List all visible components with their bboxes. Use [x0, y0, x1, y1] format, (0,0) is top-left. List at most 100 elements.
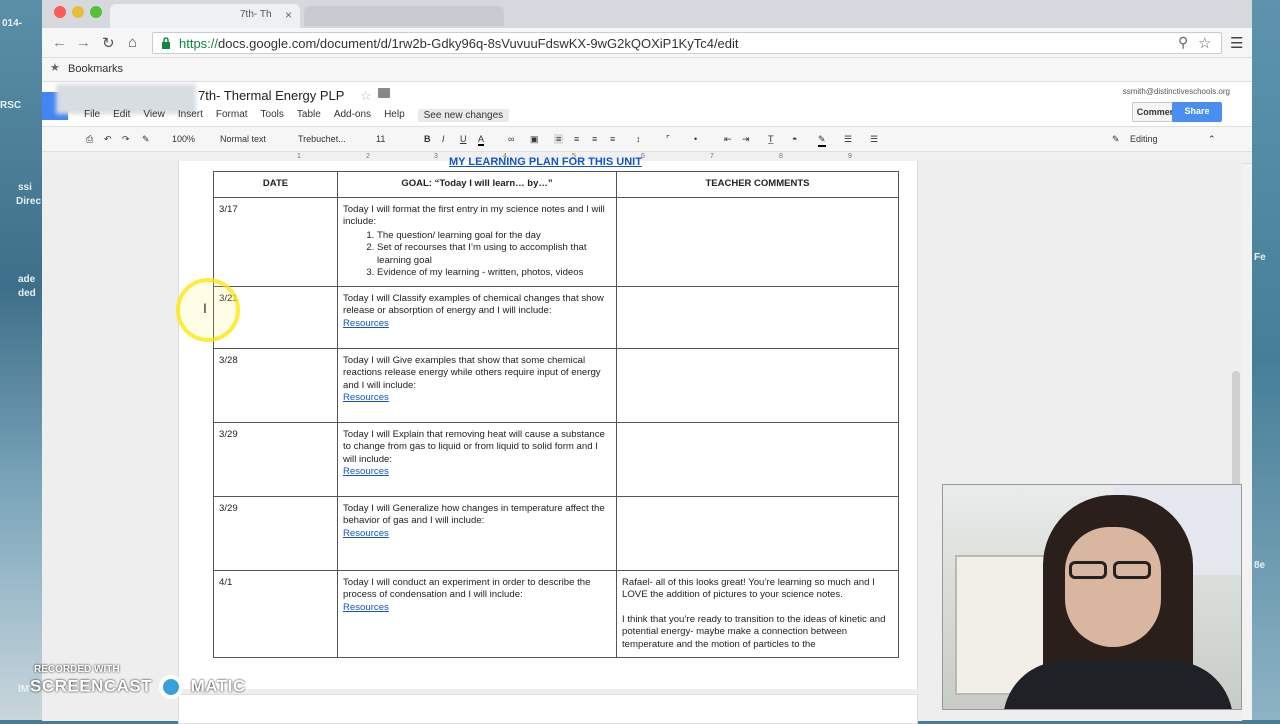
bulleted-list-icon[interactable]: •: [694, 134, 697, 144]
comment-cell[interactable]: [616, 285, 899, 349]
comment-cell[interactable]: [616, 495, 899, 571]
forward-icon[interactable]: →: [76, 34, 91, 51]
resources-link[interactable]: Resources: [343, 602, 389, 613]
desktop-label: 014-: [2, 18, 23, 29]
goal-cell[interactable]: Today I will format the first entry in m…: [337, 196, 617, 287]
paint-format-icon[interactable]: ✎: [142, 134, 150, 145]
resources-link[interactable]: Resources: [343, 318, 389, 329]
resources-link[interactable]: Resources: [343, 392, 389, 403]
goal-text: Today I will format the first entry in m…: [343, 203, 605, 228]
date-cell[interactable]: 3/29: [213, 421, 338, 497]
menu-format[interactable]: Format: [216, 109, 248, 122]
column-header: DATE: [213, 171, 338, 198]
redo-icon[interactable]: ↷: [122, 134, 130, 145]
link-icon[interactable]: ∞: [508, 134, 514, 144]
tab-active[interactable]: 7th- Th ×: [110, 4, 300, 28]
increase-indent-icon[interactable]: ⇥: [742, 134, 750, 145]
align-right-icon[interactable]: ≡: [592, 134, 597, 144]
folder-icon[interactable]: [378, 88, 390, 98]
menu-table[interactable]: Table: [297, 109, 321, 122]
minimize-window-button[interactable]: [72, 6, 84, 18]
comment-cell[interactable]: [616, 196, 899, 287]
see-new-changes-button[interactable]: See new changes: [417, 109, 510, 122]
comment-icon[interactable]: ▣: [530, 134, 539, 145]
menu-file[interactable]: File: [84, 109, 100, 122]
numbered-list-icon[interactable]: ⌜: [666, 134, 670, 145]
tab-close-icon[interactable]: ×: [285, 8, 292, 22]
border-color-icon[interactable]: ✎: [818, 134, 826, 147]
chrome-menu-icon[interactable]: ☰: [1230, 34, 1243, 52]
home-icon[interactable]: ⌂: [128, 34, 137, 51]
fill-color-icon[interactable]: ◓: [792, 134, 797, 144]
desktop-label: ade: [18, 274, 36, 285]
resources-link[interactable]: Resources: [343, 528, 389, 539]
menu-insert[interactable]: Insert: [178, 109, 203, 122]
font-select[interactable]: Trebuchet...: [298, 134, 346, 144]
table-row: 3/17 Today I will format the first entry…: [213, 196, 899, 287]
zoom-select[interactable]: 100%: [172, 134, 195, 144]
goal-cell[interactable]: Today I will Generalize how changes in t…: [337, 495, 617, 571]
border-width-icon[interactable]: ☰: [844, 134, 852, 145]
menu-view[interactable]: View: [143, 109, 165, 122]
menu-help[interactable]: Help: [384, 109, 405, 122]
bookmarks-label[interactable]: Bookmarks: [68, 63, 123, 75]
maximize-window-button[interactable]: [90, 6, 102, 18]
zoom-icon[interactable]: ⚲: [1178, 34, 1188, 51]
bold-icon[interactable]: B: [424, 134, 431, 144]
star-icon[interactable]: ☆: [1198, 34, 1211, 52]
docs-header: 7th- Thermal Energy PLP ☆ File Edit View…: [42, 82, 1252, 126]
tab-inactive[interactable]: [304, 6, 504, 26]
table-row: 4/1 Today I will conduct an experiment i…: [213, 569, 899, 658]
goal-cell[interactable]: Today I will Give examples that show tha…: [337, 347, 617, 423]
table-row: 3/29 Today I will Explain that removing …: [213, 421, 899, 497]
document-page[interactable]: MY LEARNING PLAN FOR THIS UNIT DATE GOAL…: [178, 156, 918, 689]
style-select[interactable]: Normal text: [220, 134, 266, 144]
table-row: 3/29 Today I will Generalize how changes…: [213, 495, 899, 571]
align-left-icon[interactable]: ≡: [554, 134, 564, 144]
date-cell[interactable]: 4/1: [213, 569, 338, 658]
address-bar-row: ← → ↻ ⌂ https://docs.google.com/document…: [42, 28, 1252, 58]
decrease-indent-icon[interactable]: ⇤: [724, 134, 732, 145]
line-spacing-icon[interactable]: ↕: [636, 134, 641, 144]
reload-icon[interactable]: ↻: [102, 34, 115, 52]
undo-icon[interactable]: ↶: [104, 134, 112, 145]
menu-edit[interactable]: Edit: [113, 109, 130, 122]
list-item: Set of recourses that I’m using to accom…: [377, 242, 611, 267]
text-color-icon[interactable]: A: [478, 134, 485, 146]
table-row: 3/21 Today I will Classify examples of c…: [213, 285, 899, 349]
font-size-select[interactable]: 11: [376, 134, 385, 144]
url-input[interactable]: https://docs.google.com/document/d/1rw2b…: [152, 32, 1222, 54]
back-icon[interactable]: ←: [52, 34, 67, 51]
date-cell[interactable]: 3/17: [213, 196, 338, 287]
resources-link[interactable]: Resources: [343, 466, 389, 477]
desktop-label: ded: [18, 288, 36, 299]
table-row: 3/28 Today I will Give examples that sho…: [213, 347, 899, 423]
close-window-button[interactable]: [54, 6, 66, 18]
date-cell[interactable]: 3/28: [213, 347, 338, 423]
date-cell[interactable]: 3/29: [213, 495, 338, 571]
goal-cell[interactable]: Today I will Classify examples of chemic…: [337, 285, 617, 349]
menu-addons[interactable]: Add-ons: [334, 109, 371, 122]
collapse-icon[interactable]: ⌃: [1208, 134, 1216, 145]
star-icon[interactable]: ☆: [360, 88, 372, 104]
share-button[interactable]: Share: [1172, 102, 1222, 122]
account-email[interactable]: ssmith@distinctiveschools.org: [1123, 87, 1230, 96]
menu-tools[interactable]: Tools: [261, 109, 284, 122]
doc-title[interactable]: 7th- Thermal Energy PLP: [198, 88, 344, 103]
comment-cell[interactable]: [616, 421, 899, 497]
bookmarks-bar: ★ Bookmarks: [42, 58, 1252, 82]
align-center-icon[interactable]: ≡: [574, 134, 579, 144]
editing-mode-select[interactable]: Editing: [1130, 134, 1158, 144]
border-dash-icon[interactable]: ☰: [870, 134, 878, 145]
desktop-label: IM: [18, 684, 30, 695]
comment-cell[interactable]: Rafael- all of this looks great! You’re …: [616, 569, 899, 658]
goal-list: The question/ learning goal for the day …: [377, 230, 611, 280]
print-icon[interactable]: ⎙: [86, 134, 93, 145]
italic-icon[interactable]: I: [442, 134, 445, 144]
underline-icon[interactable]: U: [460, 134, 467, 144]
goal-cell[interactable]: Today I will Explain that removing heat …: [337, 421, 617, 497]
justify-icon[interactable]: ≡: [610, 134, 615, 144]
goal-cell[interactable]: Today I will conduct an experiment in or…: [337, 569, 617, 658]
comment-cell[interactable]: [616, 347, 899, 423]
clear-formatting-icon[interactable]: T̲: [768, 134, 774, 144]
